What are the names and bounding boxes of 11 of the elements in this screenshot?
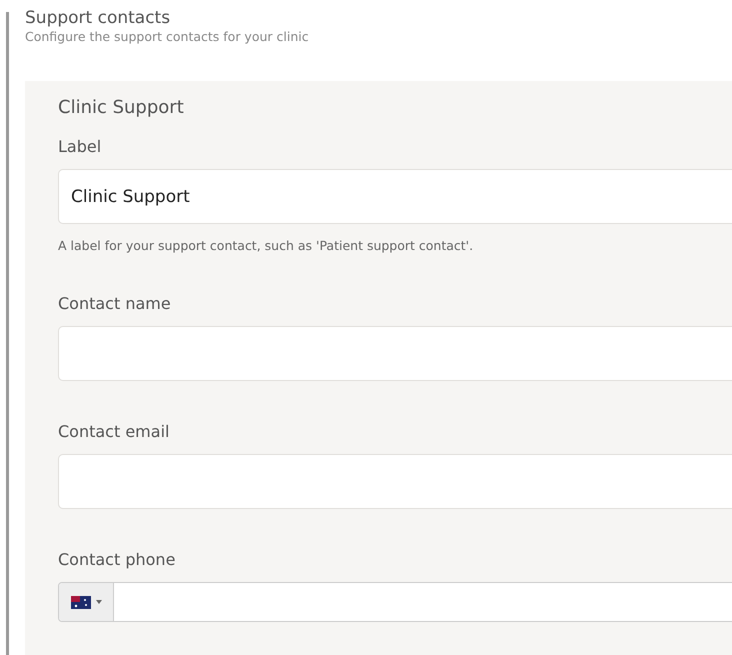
section-title: Clinic Support <box>58 97 185 118</box>
field-label: Contact name <box>58 294 172 313</box>
page-subtitle: Configure the support contacts for your clinic <box>25 29 310 44</box>
field-label: Label <box>58 137 102 156</box>
input-field[interactable] <box>58 454 732 509</box>
field-label: Contact phone <box>58 550 176 569</box>
page-title: Support contacts <box>25 8 172 28</box>
help-text: A label for your support contact, such as 'Patient support contact'. <box>58 238 474 253</box>
field-label: Contact email <box>58 422 170 441</box>
input-field[interactable] <box>58 326 732 381</box>
input-field[interactable]: Clinic Support <box>58 169 732 224</box>
